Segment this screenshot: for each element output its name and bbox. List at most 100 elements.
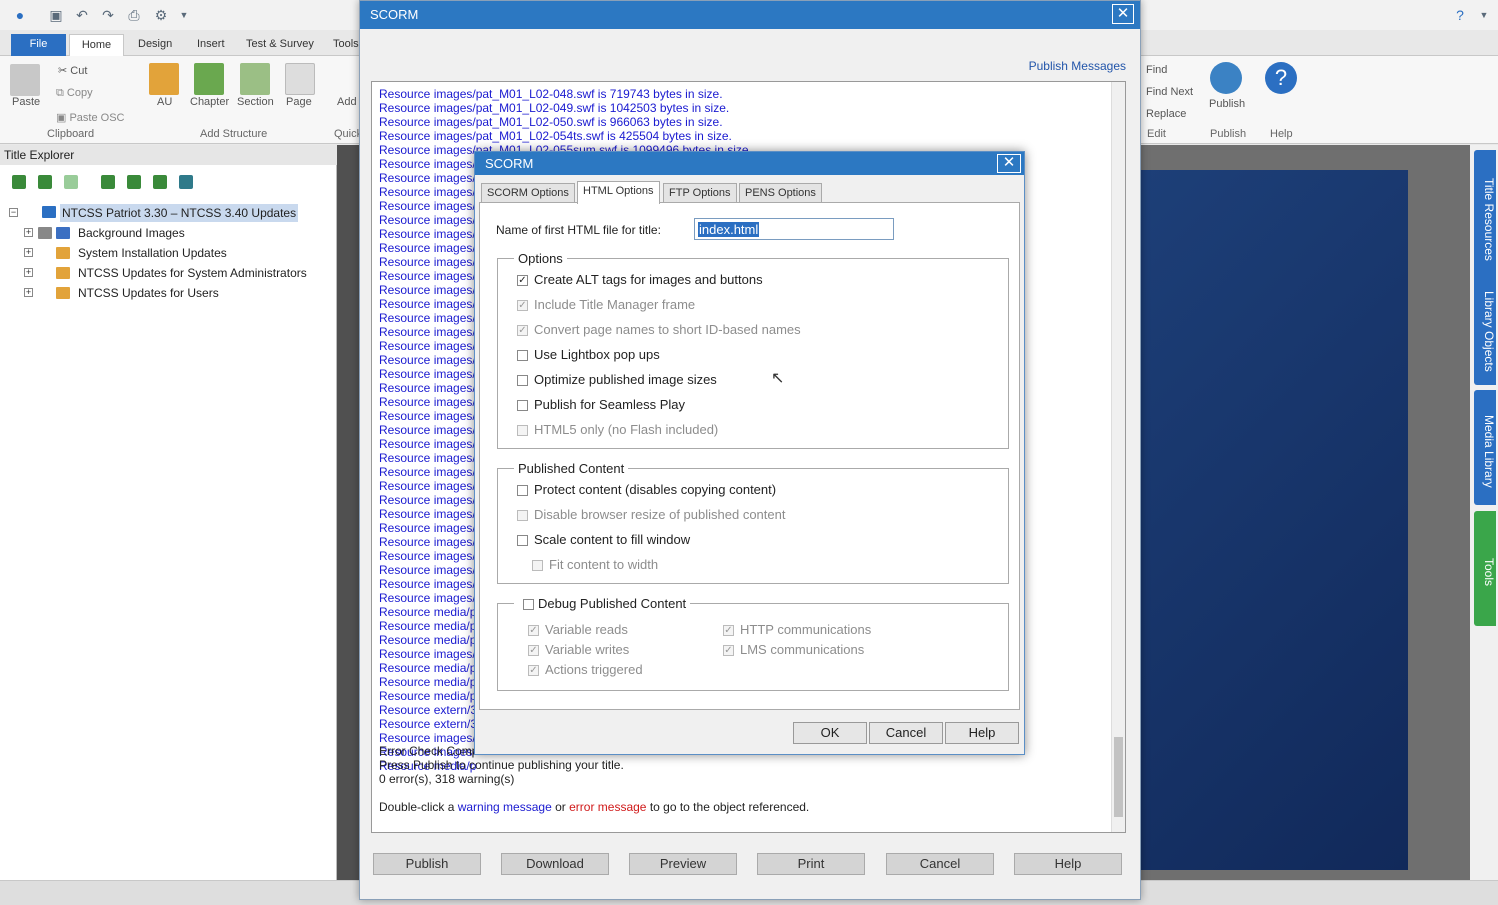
log-line[interactable]: Resource media/p <box>379 675 476 689</box>
log-line[interactable]: Resource images/ <box>379 269 476 283</box>
log-line[interactable]: Resource images/ <box>379 563 476 577</box>
log-line[interactable]: Resource images/ <box>379 339 476 353</box>
log-line[interactable]: Resource images/ <box>379 171 476 185</box>
log-scrollbar[interactable] <box>1111 82 1125 832</box>
cancel-button[interactable]: Cancel <box>886 853 994 875</box>
log-line[interactable]: Resource images/ <box>379 731 476 745</box>
tab-insert[interactable]: Insert <box>189 34 233 56</box>
log-line[interactable]: Resource images/ <box>379 577 476 591</box>
page-icon[interactable] <box>285 63 315 95</box>
cut-button[interactable]: ✂ Cut <box>58 64 87 77</box>
log-line[interactable]: Resource images/ <box>379 311 476 325</box>
add-label[interactable]: Add <box>337 96 357 108</box>
chevron-down-icon[interactable]: ▼ <box>1476 7 1492 23</box>
debug-checkbox[interactable]: ✓ <box>528 645 539 656</box>
paste-osc-button[interactable]: ▣ Paste OSC <box>56 111 124 124</box>
log-line[interactable]: Resource images/ <box>379 591 476 605</box>
option-checkbox[interactable] <box>517 400 528 411</box>
find-next-button[interactable]: Find Next <box>1146 86 1193 98</box>
section-icon[interactable] <box>240 63 270 95</box>
publish-label[interactable]: Publish <box>1209 98 1245 110</box>
tab-title-resources[interactable]: Title Resources <box>1474 150 1496 280</box>
section-label[interactable]: Section <box>237 96 274 108</box>
debug-checkbox[interactable] <box>523 599 534 610</box>
log-line[interactable]: Resource media/p <box>379 689 476 703</box>
option-checkbox[interactable] <box>517 375 528 386</box>
log-line[interactable]: Resource images/ <box>379 325 476 339</box>
tab-pens-options[interactable]: PENS Options <box>739 183 822 203</box>
log-line[interactable]: Resource images/pat_M01_L02-048.swf is 7… <box>379 87 723 101</box>
log-line[interactable]: Resource images/ <box>379 255 476 269</box>
log-line[interactable]: Resource images/ <box>379 353 476 367</box>
debug-checkbox[interactable]: ✓ <box>723 645 734 656</box>
log-line[interactable]: Resource images/ <box>379 283 476 297</box>
tree-item[interactable]: System Installation Updates <box>78 244 227 262</box>
log-line[interactable]: Resource images/ <box>379 213 476 227</box>
toolbar-icon[interactable] <box>64 175 78 189</box>
toolbar-icon[interactable] <box>153 175 167 189</box>
close-icon[interactable]: ✕ <box>997 154 1021 173</box>
help-circle-icon[interactable]: ? <box>1452 7 1468 23</box>
help-button[interactable]: Help <box>945 722 1019 744</box>
log-line[interactable]: Resource images/ <box>379 465 476 479</box>
download-button[interactable]: Download <box>501 853 609 875</box>
log-line[interactable]: Resource images/ <box>379 549 476 563</box>
publish-button[interactable]: Publish <box>373 853 481 875</box>
log-line[interactable]: Resource images/pat_M01_L02-054ts.swf is… <box>379 129 732 143</box>
toolbar-icon[interactable] <box>12 175 26 189</box>
published-checkbox[interactable] <box>517 485 528 496</box>
ok-button[interactable]: OK <box>793 722 867 744</box>
toolbar-icon[interactable] <box>101 175 115 189</box>
tree-item[interactable]: Background Images <box>78 224 185 242</box>
debug-checkbox[interactable]: ✓ <box>528 665 539 676</box>
scroll-thumb[interactable] <box>1114 737 1123 817</box>
redo-icon[interactable]: ↷ <box>100 7 116 23</box>
log-line[interactable]: Resource images/ <box>379 493 476 507</box>
tab-file[interactable]: File <box>11 34 66 56</box>
page-label[interactable]: Page <box>286 96 312 108</box>
tab-media-library[interactable]: Media Library <box>1474 390 1496 505</box>
log-line[interactable]: Resource media/p <box>379 619 476 633</box>
expand-icon[interactable]: + <box>24 248 33 257</box>
au-icon[interactable] <box>149 63 179 95</box>
tab-design[interactable]: Design <box>130 34 180 56</box>
log-line[interactable]: Resource images/ <box>379 479 476 493</box>
toolbar-icon[interactable] <box>127 175 141 189</box>
toolbar-icon[interactable] <box>38 175 52 189</box>
tab-home[interactable]: Home <box>69 34 124 56</box>
tab-test-survey[interactable]: Test & Survey <box>238 34 322 56</box>
log-line[interactable]: Resource images/ <box>379 185 476 199</box>
option-checkbox[interactable] <box>517 350 528 361</box>
log-line[interactable]: Resource media/p <box>379 605 476 619</box>
au-label[interactable]: AU <box>157 96 172 108</box>
expand-icon[interactable]: + <box>24 268 33 277</box>
help-icon[interactable]: ? <box>1265 62 1297 94</box>
log-line[interactable]: Resource images/ <box>379 199 476 213</box>
tab-ftp-options[interactable]: FTP Options <box>663 183 737 203</box>
copy-button[interactable]: ⧉ Copy <box>56 87 93 100</box>
debug-checkbox[interactable]: ✓ <box>528 625 539 636</box>
tab-library-objects[interactable]: Library Objects <box>1474 270 1496 385</box>
tab-html-options[interactable]: HTML Options <box>577 181 660 204</box>
log-line[interactable]: Resource images/pat_M01_L02-049.swf is 1… <box>379 101 729 115</box>
log-line[interactable]: Resource media/p <box>379 633 476 647</box>
cancel-button[interactable]: Cancel <box>869 722 943 744</box>
debug-checkbox[interactable]: ✓ <box>723 625 734 636</box>
log-line[interactable]: Resource images/ <box>379 395 476 409</box>
preview-button[interactable]: Preview <box>629 853 737 875</box>
publish-gear-icon[interactable] <box>1210 62 1242 94</box>
tree-root[interactable]: NTCSS Patriot 3.30 – NTCSS 3.40 Updates <box>60 204 299 222</box>
log-line[interactable]: Resource images/ <box>379 381 476 395</box>
log-line[interactable]: Resource extern/3 <box>379 703 477 717</box>
log-line[interactable]: Resource images/ <box>379 437 476 451</box>
log-line[interactable]: Resource media/p <box>379 661 476 675</box>
log-line[interactable]: Resource images/ <box>379 157 476 171</box>
help-button[interactable]: Help <box>1014 853 1122 875</box>
save-icon[interactable]: ▣ <box>48 7 64 23</box>
published-checkbox[interactable] <box>517 535 528 546</box>
find-button[interactable]: Find <box>1146 64 1167 76</box>
print-icon[interactable]: ⎙ <box>126 7 142 23</box>
tab-scorm-options[interactable]: SCORM Options <box>481 183 575 203</box>
undo-icon[interactable]: ↶ <box>74 7 90 23</box>
option-checkbox[interactable]: ✓ <box>517 275 528 286</box>
